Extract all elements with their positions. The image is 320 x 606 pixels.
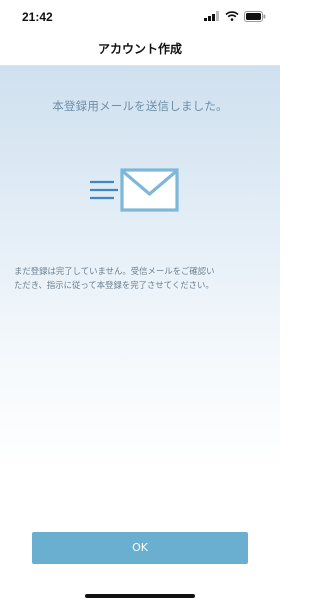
status-icons [204, 10, 266, 22]
wifi-icon [225, 11, 239, 21]
page-title: アカウント作成 [97, 42, 182, 56]
battery-icon [244, 10, 266, 22]
main-content: 本登録用メールを送信しました。 まだ登録は完了していません。受信メールをご確認い… [0, 66, 280, 606]
home-indicator [85, 594, 195, 598]
ok-button[interactable]: OK [32, 532, 248, 564]
status-time: 21:42 [22, 10, 53, 24]
status-bar: 21:42 [0, 0, 280, 32]
signal-icon [204, 11, 219, 21]
nav-bar: アカウント作成 [0, 32, 280, 66]
mail-sent-icon [90, 168, 179, 212]
instruction-message: まだ登録は完了していません。受信メールをご確認い ただき、指示に従って本登録を完… [14, 266, 215, 290]
headline: 本登録用メールを送信しました。 [52, 99, 228, 113]
